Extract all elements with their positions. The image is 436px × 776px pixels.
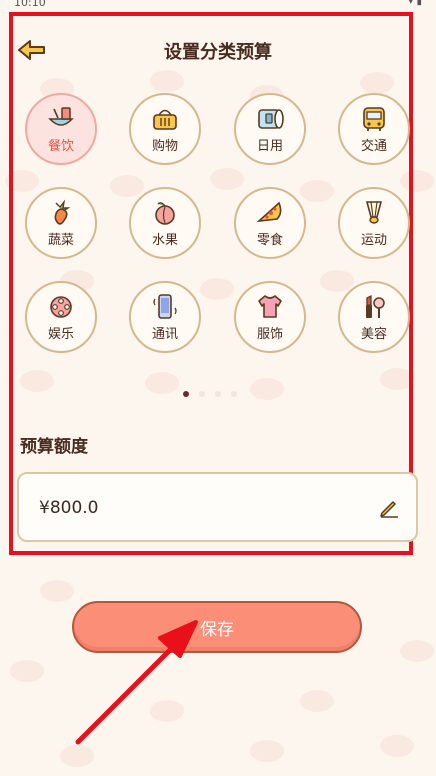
page-dot[interactable] <box>199 391 205 397</box>
page-dot[interactable] <box>215 391 221 397</box>
category-label: 运动 <box>360 232 387 248</box>
dining-icon <box>48 106 74 126</box>
category-label: 日用 <box>256 138 283 154</box>
budget-amount-field[interactable]: ¥800.0 <box>17 472 418 542</box>
page-indicator <box>183 391 237 397</box>
category-label: 美容 <box>360 326 387 342</box>
category-entertainment[interactable]: 娱乐 <box>25 281 97 353</box>
page-dot[interactable] <box>183 391 189 397</box>
signal-battery-icon: ▾ ▮ <box>408 0 422 7</box>
category-label: 零食 <box>256 232 283 248</box>
category-shopping[interactable]: 购物 <box>129 93 201 165</box>
save-button[interactable]: 保存 <box>72 601 362 653</box>
category-snacks[interactable]: 零食 <box>234 187 306 259</box>
shuttlecock-icon <box>365 200 383 224</box>
category-label: 水果 <box>151 232 178 248</box>
category-beauty[interactable]: 美容 <box>338 281 410 353</box>
edit-pencil-icon[interactable] <box>378 496 400 518</box>
category-communication[interactable]: 通讯 <box>129 281 201 353</box>
category-label: 购物 <box>151 138 178 154</box>
budget-label: 预算额度 <box>20 437 88 457</box>
category-label: 娱乐 <box>47 326 74 342</box>
phone-icon <box>153 293 177 319</box>
page-dot[interactable] <box>231 391 237 397</box>
category-vegetables[interactable]: 蔬菜 <box>25 187 97 259</box>
carrot-icon <box>54 198 71 225</box>
status-time: 10:10 <box>14 0 46 9</box>
shirt-icon <box>258 294 282 318</box>
bus-icon <box>363 106 385 131</box>
cosmetics-icon <box>366 294 385 318</box>
category-label: 通讯 <box>151 326 178 342</box>
category-fruit[interactable]: 水果 <box>129 187 201 259</box>
film-reel-icon <box>50 295 72 318</box>
category-clothing[interactable]: 服饰 <box>234 281 306 353</box>
category-dining[interactable]: 餐饮 <box>25 93 97 165</box>
category-label: 服饰 <box>256 326 283 342</box>
category-sports[interactable]: 运动 <box>338 187 410 259</box>
page-title: 设置分类预算 <box>164 42 272 63</box>
pizza-icon <box>256 201 282 222</box>
tissue-roll-icon <box>258 108 284 129</box>
category-label: 蔬菜 <box>47 232 74 248</box>
category-label: 交通 <box>360 138 387 154</box>
category-transport[interactable]: 交通 <box>338 93 410 165</box>
budget-amount-value: ¥800.0 <box>39 498 99 518</box>
category-label: 餐饮 <box>47 138 74 154</box>
peach-icon <box>155 201 175 225</box>
category-daily-use[interactable]: 日用 <box>234 93 306 165</box>
shopping-basket-icon <box>153 109 177 130</box>
